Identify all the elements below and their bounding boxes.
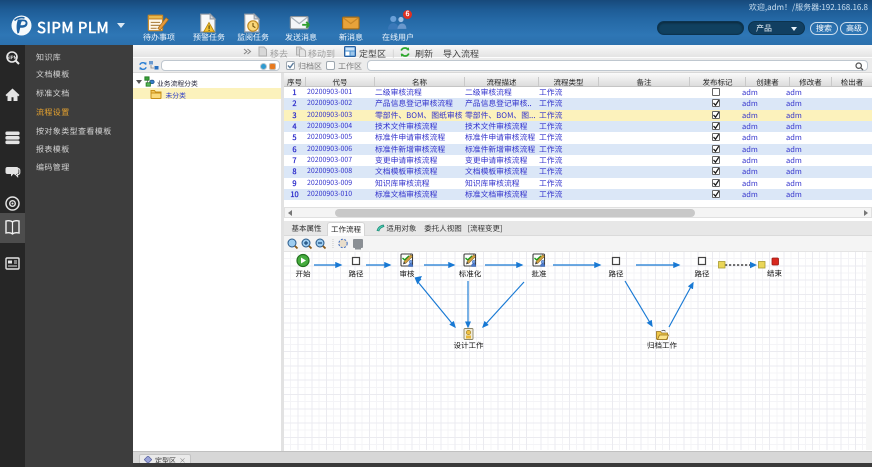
svg-text:审核: 审核 [400, 269, 415, 280]
svg-text:开始: 开始 [296, 269, 311, 280]
svg-text:批准: 批准 [532, 269, 547, 280]
svg-text:路径: 路径 [349, 269, 364, 280]
svg-text:设计工作: 设计工作 [454, 340, 484, 351]
svg-text:路径: 路径 [609, 269, 624, 280]
svg-text:路径: 路径 [695, 269, 710, 280]
svg-text:归档工作: 归档工作 [647, 340, 677, 351]
svg-text:标准化: 标准化 [459, 269, 482, 280]
svg-text:结束: 结束 [767, 268, 782, 279]
